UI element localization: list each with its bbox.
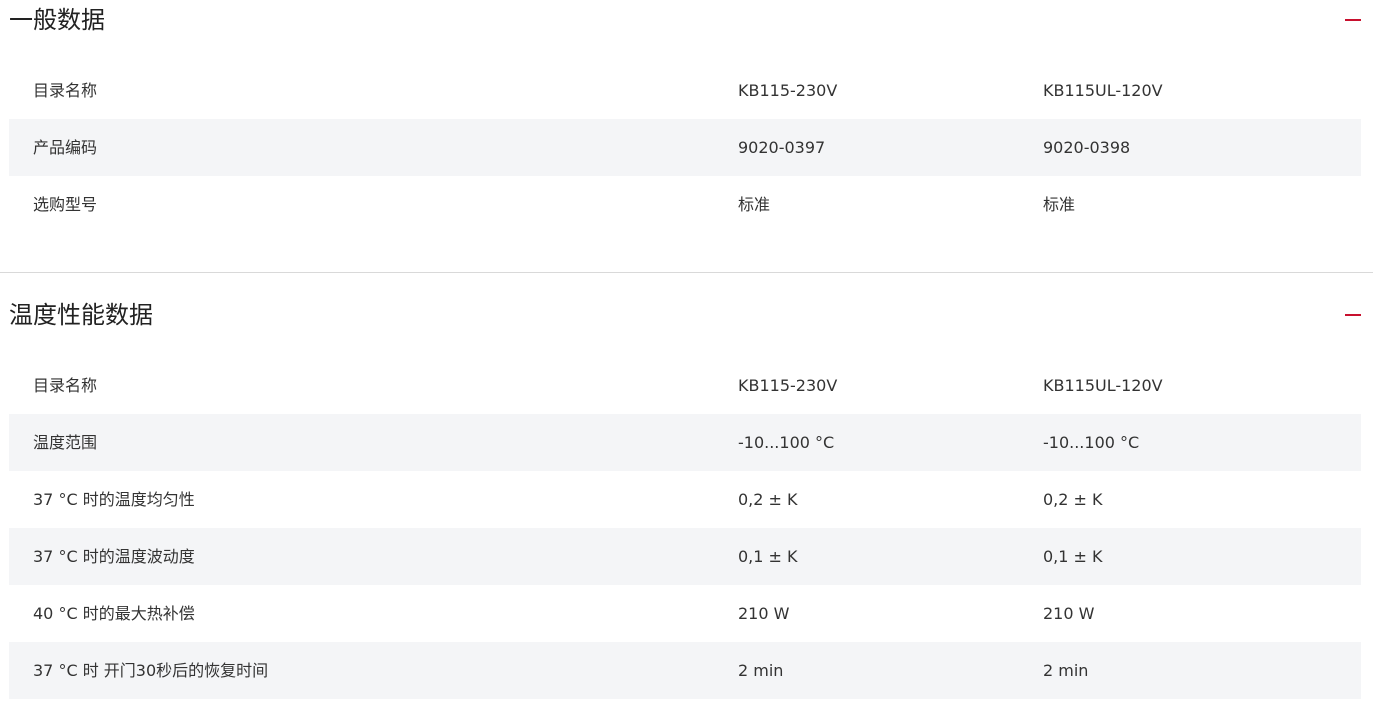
value-col-2: 0,2 ± K — [1043, 490, 1103, 509]
row-label: 目录名称 — [33, 81, 98, 100]
value-col-1: -10...100 °C — [738, 433, 835, 452]
value-col-1: 标准 — [738, 195, 771, 214]
section-title: 温度性能数据 — [9, 301, 153, 329]
section-divider — [0, 272, 1373, 273]
table-row: 37 °C 时 开门30秒后的恢复时间 2 min 2 min — [9, 642, 1361, 699]
table-row: 产品编码 9020-0397 9020-0398 — [9, 119, 1361, 176]
value-col-1: KB115-230V — [738, 81, 838, 100]
value-col-2: 标准 — [1043, 195, 1076, 214]
row-label: 37 °C 时的温度均匀性 — [33, 490, 195, 509]
value-col-1: 9020-0397 — [738, 138, 826, 157]
value-col-2: 9020-0398 — [1043, 138, 1131, 157]
section-title: 一般数据 — [9, 6, 105, 34]
value-col-2: KB115UL-120V — [1043, 376, 1163, 395]
value-col-1: KB115-230V — [738, 376, 838, 395]
table-row: 温度范围 -10...100 °C -10...100 °C — [9, 414, 1361, 471]
row-label: 选购型号 — [33, 195, 98, 214]
table-row: 目录名称 KB115-230V KB115UL-120V — [9, 62, 1361, 119]
value-col-2: -10...100 °C — [1043, 433, 1140, 452]
table-row: 目录名称 KB115-230V KB115UL-120V — [9, 357, 1361, 414]
table-row: 40 °C 时的最大热补偿 210 W 210 W — [9, 585, 1361, 642]
row-label: 温度范围 — [33, 433, 98, 452]
row-label: 目录名称 — [33, 376, 98, 395]
table-row: 37 °C 时的温度波动度 0,1 ± K 0,1 ± K — [9, 528, 1361, 585]
value-col-1: 0,2 ± K — [738, 490, 798, 509]
value-col-1: 0,1 ± K — [738, 547, 798, 566]
value-col-2: 210 W — [1043, 604, 1095, 623]
row-label: 37 °C 时 开门30秒后的恢复时间 — [33, 661, 269, 680]
value-col-1: 210 W — [738, 604, 790, 623]
value-col-2: 0,1 ± K — [1043, 547, 1103, 566]
row-label: 产品编码 — [33, 138, 98, 157]
row-label: 37 °C 时的温度波动度 — [33, 547, 195, 566]
minus-icon[interactable] — [1345, 19, 1361, 21]
minus-icon[interactable] — [1345, 314, 1361, 316]
section-header-general-data[interactable]: 一般数据 — [9, 0, 1361, 40]
section-header-temperature-data[interactable]: 温度性能数据 — [9, 295, 1361, 335]
table-row: 37 °C 时的温度均匀性 0,2 ± K 0,2 ± K — [9, 471, 1361, 528]
spec-table-temperature: 目录名称 KB115-230V KB115UL-120V 温度范围 -10...… — [9, 357, 1361, 699]
value-col-2: KB115UL-120V — [1043, 81, 1163, 100]
value-col-1: 2 min — [738, 661, 784, 680]
spec-table-general: 目录名称 KB115-230V KB115UL-120V 产品编码 9020-0… — [9, 62, 1361, 233]
table-row: 选购型号 标准 标准 — [9, 176, 1361, 233]
row-label: 40 °C 时的最大热补偿 — [33, 604, 195, 623]
value-col-2: 2 min — [1043, 661, 1089, 680]
